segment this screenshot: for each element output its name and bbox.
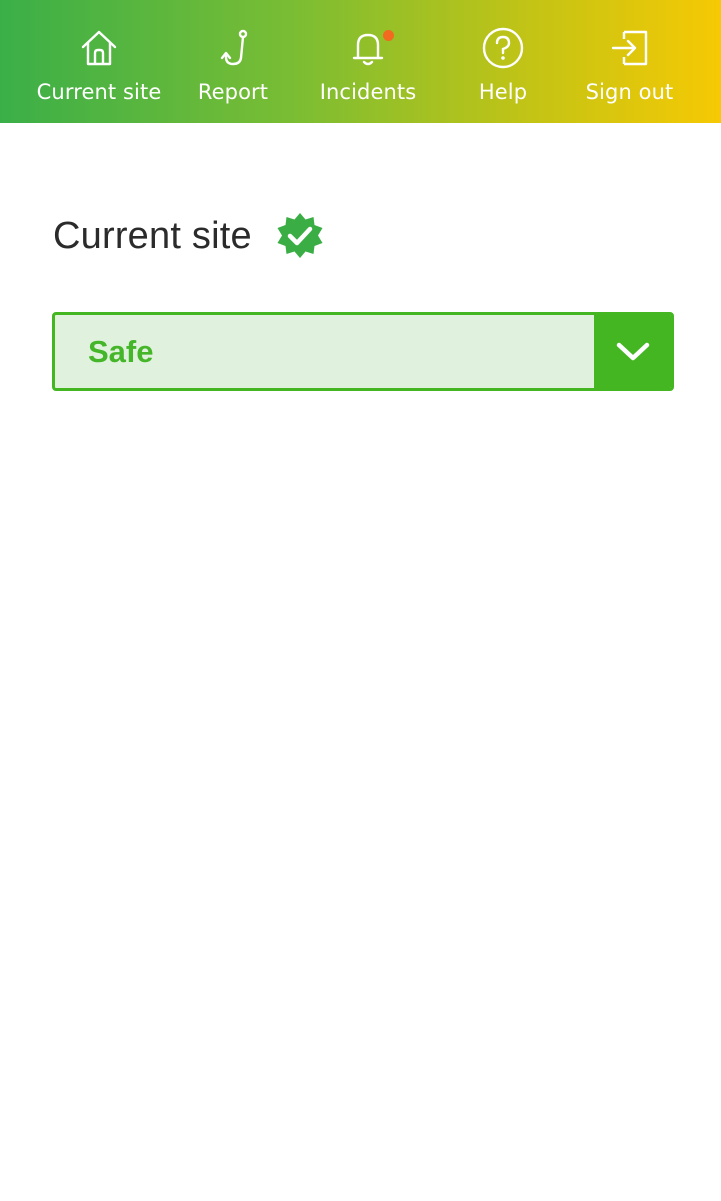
notification-dot bbox=[383, 30, 394, 41]
chevron-down-icon bbox=[616, 342, 649, 360]
verified-badge-icon bbox=[276, 212, 324, 260]
nav-item-label: Help bbox=[478, 80, 528, 104]
nav-item-report[interactable]: Report bbox=[198, 0, 268, 123]
page-heading: Current site bbox=[53, 208, 324, 264]
nav-item-label: Report bbox=[197, 80, 269, 104]
page: Current site Report Incidents Help Sign … bbox=[0, 0, 721, 1201]
nav-item-current-site[interactable]: Current site bbox=[0, 0, 198, 123]
page-title: Current site bbox=[53, 215, 252, 257]
nav-item-help[interactable]: Help bbox=[468, 0, 538, 123]
nav-item-incidents[interactable]: Incidents bbox=[268, 0, 468, 123]
nav-item-sign-out[interactable]: Sign out bbox=[538, 0, 721, 123]
nav-item-label: Sign out bbox=[585, 80, 674, 104]
sign-out-icon bbox=[608, 26, 652, 70]
nav-item-label: Current site bbox=[36, 80, 162, 104]
top-navigation-bar: Current site Report Incidents Help Sign … bbox=[0, 0, 721, 123]
help-icon bbox=[481, 26, 525, 70]
hook-icon bbox=[211, 26, 255, 70]
status-select-value: Safe bbox=[88, 334, 154, 369]
nav-item-label: Incidents bbox=[319, 80, 417, 104]
home-icon bbox=[77, 26, 121, 70]
site-status-select[interactable]: Safe bbox=[52, 312, 674, 391]
select-arrow-button[interactable] bbox=[594, 315, 671, 388]
